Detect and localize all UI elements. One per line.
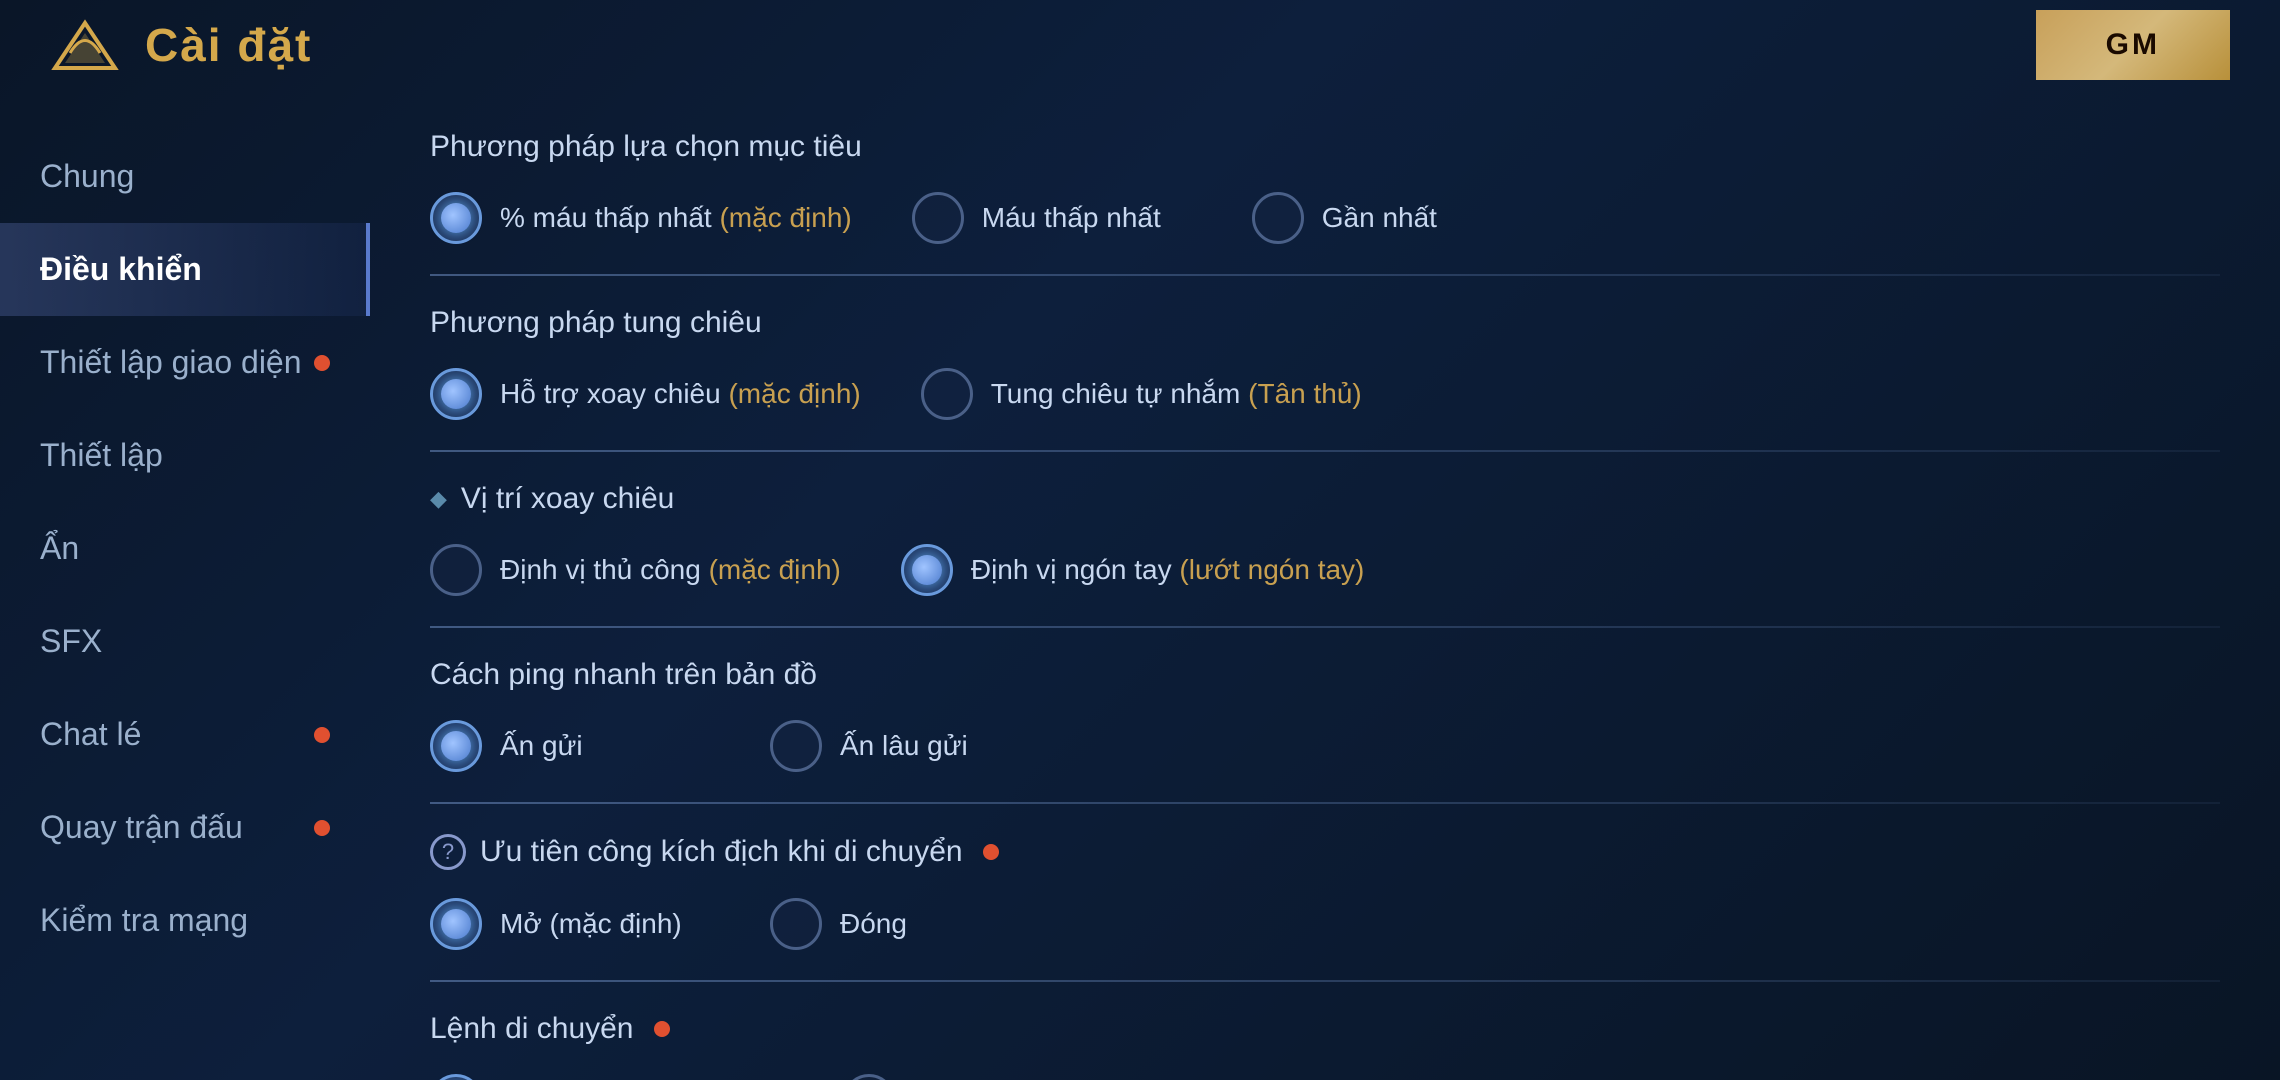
header: Cài đặt GM xyxy=(0,0,2280,90)
question-icon: ? xyxy=(430,834,466,870)
sidebar-item-label: Ẩn xyxy=(40,530,79,567)
option-label: Ấn gửi xyxy=(500,726,583,765)
section-title-vi-tri: ◆ Vị trí xoay chiêu xyxy=(430,482,2220,516)
sidebar-item-label: Điều khiển xyxy=(40,251,202,288)
option-label: Định vị thủ công (mặc định) xyxy=(500,550,841,589)
sidebar-item-thiet-lap[interactable]: Thiết lập xyxy=(0,409,370,502)
sidebar-item-quay-tran-dau[interactable]: Quay trận đấu xyxy=(0,781,370,874)
divider-5 xyxy=(430,980,2220,982)
radio-theo[interactable] xyxy=(843,1074,895,1080)
radio-dinh-vi-thu-cong[interactable] xyxy=(430,544,482,596)
main-content: Phương pháp lựa chọn mục tiêu % máu thấp… xyxy=(370,90,2280,1080)
sidebar: Chung Điều khiển Thiết lập giao diện Thi… xyxy=(0,90,370,1080)
radio-mo-mac-dinh[interactable] xyxy=(430,898,482,950)
option-khong-theo[interactable]: Không theo (mặc định) xyxy=(430,1074,783,1080)
divider-4 xyxy=(430,802,2220,804)
section-label: Phương pháp lựa chọn mục tiêu xyxy=(430,130,862,164)
option-ho-tro-xoay-chieu[interactable]: Hỗ trợ xoay chiêu (mặc định) xyxy=(430,368,861,420)
option-an-lau-gui[interactable]: Ấn lâu gửi xyxy=(770,720,1050,772)
options-row: Định vị thủ công (mặc định) Định vị ngón… xyxy=(430,544,2220,596)
sidebar-item-label: Thiết lập giao diện xyxy=(40,344,302,381)
option-label: Mở (mặc định) xyxy=(500,904,682,943)
section-lenh-di-chuyen: Lệnh di chuyển Không theo (mặc định) The… xyxy=(430,1012,2220,1080)
sidebar-item-label: SFX xyxy=(40,623,102,660)
option-dinh-vi-ngon-tay[interactable]: Định vị ngón tay (lướt ngón tay) xyxy=(901,544,1365,596)
sidebar-item-thiet-lap-giao-dien[interactable]: Thiết lập giao diện xyxy=(0,316,370,409)
radio-dong[interactable] xyxy=(770,898,822,950)
section-tung-chieu: Phương pháp tung chiêu Hỗ trợ xoay chiêu… xyxy=(430,306,2220,420)
section-title-ping: Cách ping nhanh trên bản đồ xyxy=(430,658,2220,692)
section-label: Vị trí xoay chiêu xyxy=(461,482,674,516)
radio-gan-nhat[interactable] xyxy=(1252,192,1304,244)
option-label: Gần nhất xyxy=(1322,198,1437,237)
options-row: Hỗ trợ xoay chiêu (mặc định) Tung chiêu … xyxy=(430,368,2220,420)
option-label: % máu thấp nhất (mặc định) xyxy=(500,198,852,237)
options-row: Không theo (mặc định) Theo xyxy=(430,1074,2220,1080)
option-label: Tung chiêu tự nhắm (Tân thủ) xyxy=(991,374,1362,413)
radio-pct-mau-thap-nhat[interactable] xyxy=(430,192,482,244)
section-lua-chon-muc-tieu: Phương pháp lựa chọn mục tiêu % máu thấp… xyxy=(430,130,2220,244)
radio-mau-thap-nhat[interactable] xyxy=(912,192,964,244)
option-dong[interactable]: Đóng xyxy=(770,898,1050,950)
sidebar-item-chung[interactable]: Chung xyxy=(0,130,370,223)
section-title-lua-chon: Phương pháp lựa chọn mục tiêu xyxy=(430,130,2220,164)
radio-an-lau-gui[interactable] xyxy=(770,720,822,772)
option-label: Đóng xyxy=(840,904,907,943)
option-mau-thap-nhat[interactable]: Máu thấp nhất xyxy=(912,192,1192,244)
radio-ho-tro-xoay-chieu[interactable] xyxy=(430,368,482,420)
radio-tung-chieu-tu-nham[interactable] xyxy=(921,368,973,420)
sidebar-item-label: Quay trận đấu xyxy=(40,809,243,846)
option-an-gui[interactable]: Ấn gửi xyxy=(430,720,710,772)
gm-button[interactable]: GM xyxy=(2036,10,2230,80)
new-dot-indicator xyxy=(983,844,999,860)
sidebar-item-an[interactable]: Ẩn xyxy=(0,502,370,595)
sidebar-item-kiem-tra-mang[interactable]: Kiểm tra mạng xyxy=(0,874,370,967)
sidebar-item-dieu-khien[interactable]: Điều khiển xyxy=(0,223,370,316)
divider-3 xyxy=(430,626,2220,628)
radio-dinh-vi-ngon-tay[interactable] xyxy=(901,544,953,596)
options-row: Ấn gửi Ấn lâu gửi xyxy=(430,720,2220,772)
section-label: Ưu tiên công kích địch khi di chuyển xyxy=(480,835,963,869)
diamond-icon: ◆ xyxy=(430,486,447,512)
sidebar-item-label: Thiết lập xyxy=(40,437,163,474)
sidebar-item-label: Kiểm tra mạng xyxy=(40,902,248,939)
options-row: % máu thấp nhất (mặc định) Máu thấp nhất… xyxy=(430,192,2220,244)
option-label: Máu thấp nhất xyxy=(982,198,1161,237)
logo xyxy=(50,18,120,73)
sidebar-item-label: Chat lé xyxy=(40,716,141,753)
option-mo-mac-dinh[interactable]: Mở (mặc định) xyxy=(430,898,710,950)
section-ping-nhanh: Cách ping nhanh trên bản đồ Ấn gửi Ấn lâ… xyxy=(430,658,2220,772)
option-pct-mau-thap-nhat[interactable]: % máu thấp nhất (mặc định) xyxy=(430,192,852,244)
page-title: Cài đặt xyxy=(145,18,312,72)
notification-dot xyxy=(314,727,330,743)
section-uu-tien-cong-kich: ? Ưu tiên công kích địch khi di chuyển M… xyxy=(430,834,2220,950)
section-title-tung-chieu: Phương pháp tung chiêu xyxy=(430,306,2220,340)
radio-khong-theo[interactable] xyxy=(430,1074,482,1080)
sidebar-item-sfx[interactable]: SFX xyxy=(0,595,370,688)
section-title-lenh-di-chuyen: Lệnh di chuyển xyxy=(430,1012,2220,1046)
divider-2 xyxy=(430,450,2220,452)
notification-dot xyxy=(314,820,330,836)
option-theo[interactable]: Theo xyxy=(843,1074,1123,1080)
notification-dot xyxy=(314,355,330,371)
section-label: Cách ping nhanh trên bản đồ xyxy=(430,658,817,692)
option-label: Hỗ trợ xoay chiêu (mặc định) xyxy=(500,374,861,413)
sidebar-item-chat-le[interactable]: Chat lé xyxy=(0,688,370,781)
option-gan-nhat[interactable]: Gần nhất xyxy=(1252,192,1532,244)
option-label: Định vị ngón tay (lướt ngón tay) xyxy=(971,550,1365,589)
option-dinh-vi-thu-cong[interactable]: Định vị thủ công (mặc định) xyxy=(430,544,841,596)
options-row: Mở (mặc định) Đóng xyxy=(430,898,2220,950)
section-label: Lệnh di chuyển xyxy=(430,1012,634,1046)
option-tung-chieu-tu-nham[interactable]: Tung chiêu tự nhắm (Tân thủ) xyxy=(921,368,1362,420)
new-dot-indicator xyxy=(654,1021,670,1037)
sidebar-item-label: Chung xyxy=(40,158,134,195)
section-label: Phương pháp tung chiêu xyxy=(430,306,762,340)
section-title-uu-tien: ? Ưu tiên công kích địch khi di chuyển xyxy=(430,834,2220,870)
radio-an-gui[interactable] xyxy=(430,720,482,772)
option-label: Ấn lâu gửi xyxy=(840,726,968,765)
divider-1 xyxy=(430,274,2220,276)
section-vi-tri-xoay-chieu: ◆ Vị trí xoay chiêu Định vị thủ công (mặ… xyxy=(430,482,2220,596)
